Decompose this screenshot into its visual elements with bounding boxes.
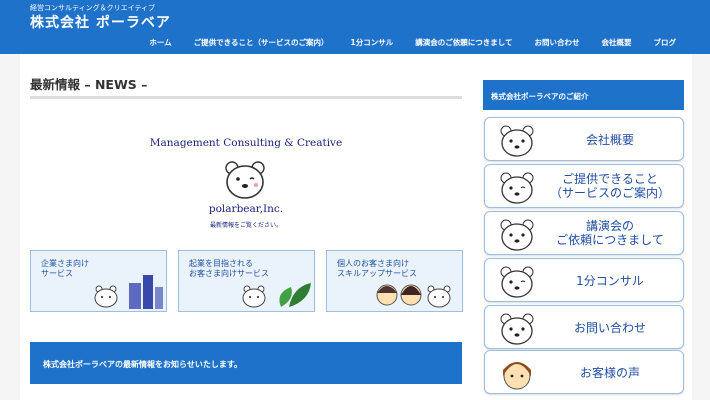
sidebar-title: 株式会社ポーラベアのご紹介 [483,80,684,110]
nav-home[interactable]: ホーム [149,37,171,48]
person-face-icon [503,362,531,390]
news-banner: 株式会社ポーラベアの最新情報をお知らせいたします。 [30,342,462,384]
bear-wink-icon [500,266,534,298]
nav-services[interactable]: ご提供できること（サービスのご案内） [194,37,329,48]
site-title[interactable]: 株式会社 ポーラベア [30,12,171,32]
sidebar-item-testimonials[interactable]: お客様の声 [484,350,684,394]
sidebar-item-lecture[interactable]: 講演会の ご依頼につきまして [484,211,684,255]
service-card-startup[interactable]: 起業を目指される お客さま向けサービス [178,250,315,312]
sidebar-item-contact[interactable]: お問い合わせ [484,305,684,349]
bear-face-icon [500,125,534,157]
service-card-label: 企業さま向け サービス [41,259,89,278]
bear-buildings-icon [94,275,163,309]
hero-tagline: Management Consulting & Creative [149,137,343,149]
bear-wink-icon [500,172,534,204]
logo-caption: 最新情報をご覧ください。 [209,222,282,229]
service-card-business[interactable]: 企業さま向け サービス [30,250,167,312]
page: 経営コンサルティング＆クリエイティブ 株式会社 ポーラベア ホーム ご提供できる… [0,0,710,400]
sidebar-item-services[interactable]: ご提供できること （サービスのご案内） [484,164,684,208]
site-header: 経営コンサルティング＆クリエイティブ 株式会社 ポーラベア ホーム ご提供できる… [0,0,710,54]
people-bear-icon [376,284,451,308]
nav-lecture-request[interactable]: 講演会のご依頼につきまして [415,37,512,48]
nav-blog[interactable]: ブログ [654,37,677,48]
company-logo-name: polarbear,Inc. [208,203,284,215]
page-title: 最新情報 – NEWS – [30,77,148,92]
service-card-individual[interactable]: 個人のお客さま向け スキルアップサービス [326,250,463,312]
bear-leaf-icon [242,283,311,308]
sidebar-item-company[interactable]: 会社概要 [484,117,684,161]
nav-contact[interactable]: お問い合わせ [535,37,580,48]
bear-face-icon [500,313,534,345]
polar-bear-logo-icon [225,161,265,199]
bear-face-icon [500,219,534,251]
main-nav: ホーム ご提供できること（サービスのご案内） 1分コンサル 講演会のご依頼につき… [127,37,676,48]
heading-divider [30,96,462,99]
nav-company[interactable]: 会社概要 [602,37,632,48]
sidebar-item-one-minute-consult[interactable]: 1分コンサル [484,258,684,302]
nav-one-minute-consult[interactable]: 1分コンサル [351,37,394,48]
